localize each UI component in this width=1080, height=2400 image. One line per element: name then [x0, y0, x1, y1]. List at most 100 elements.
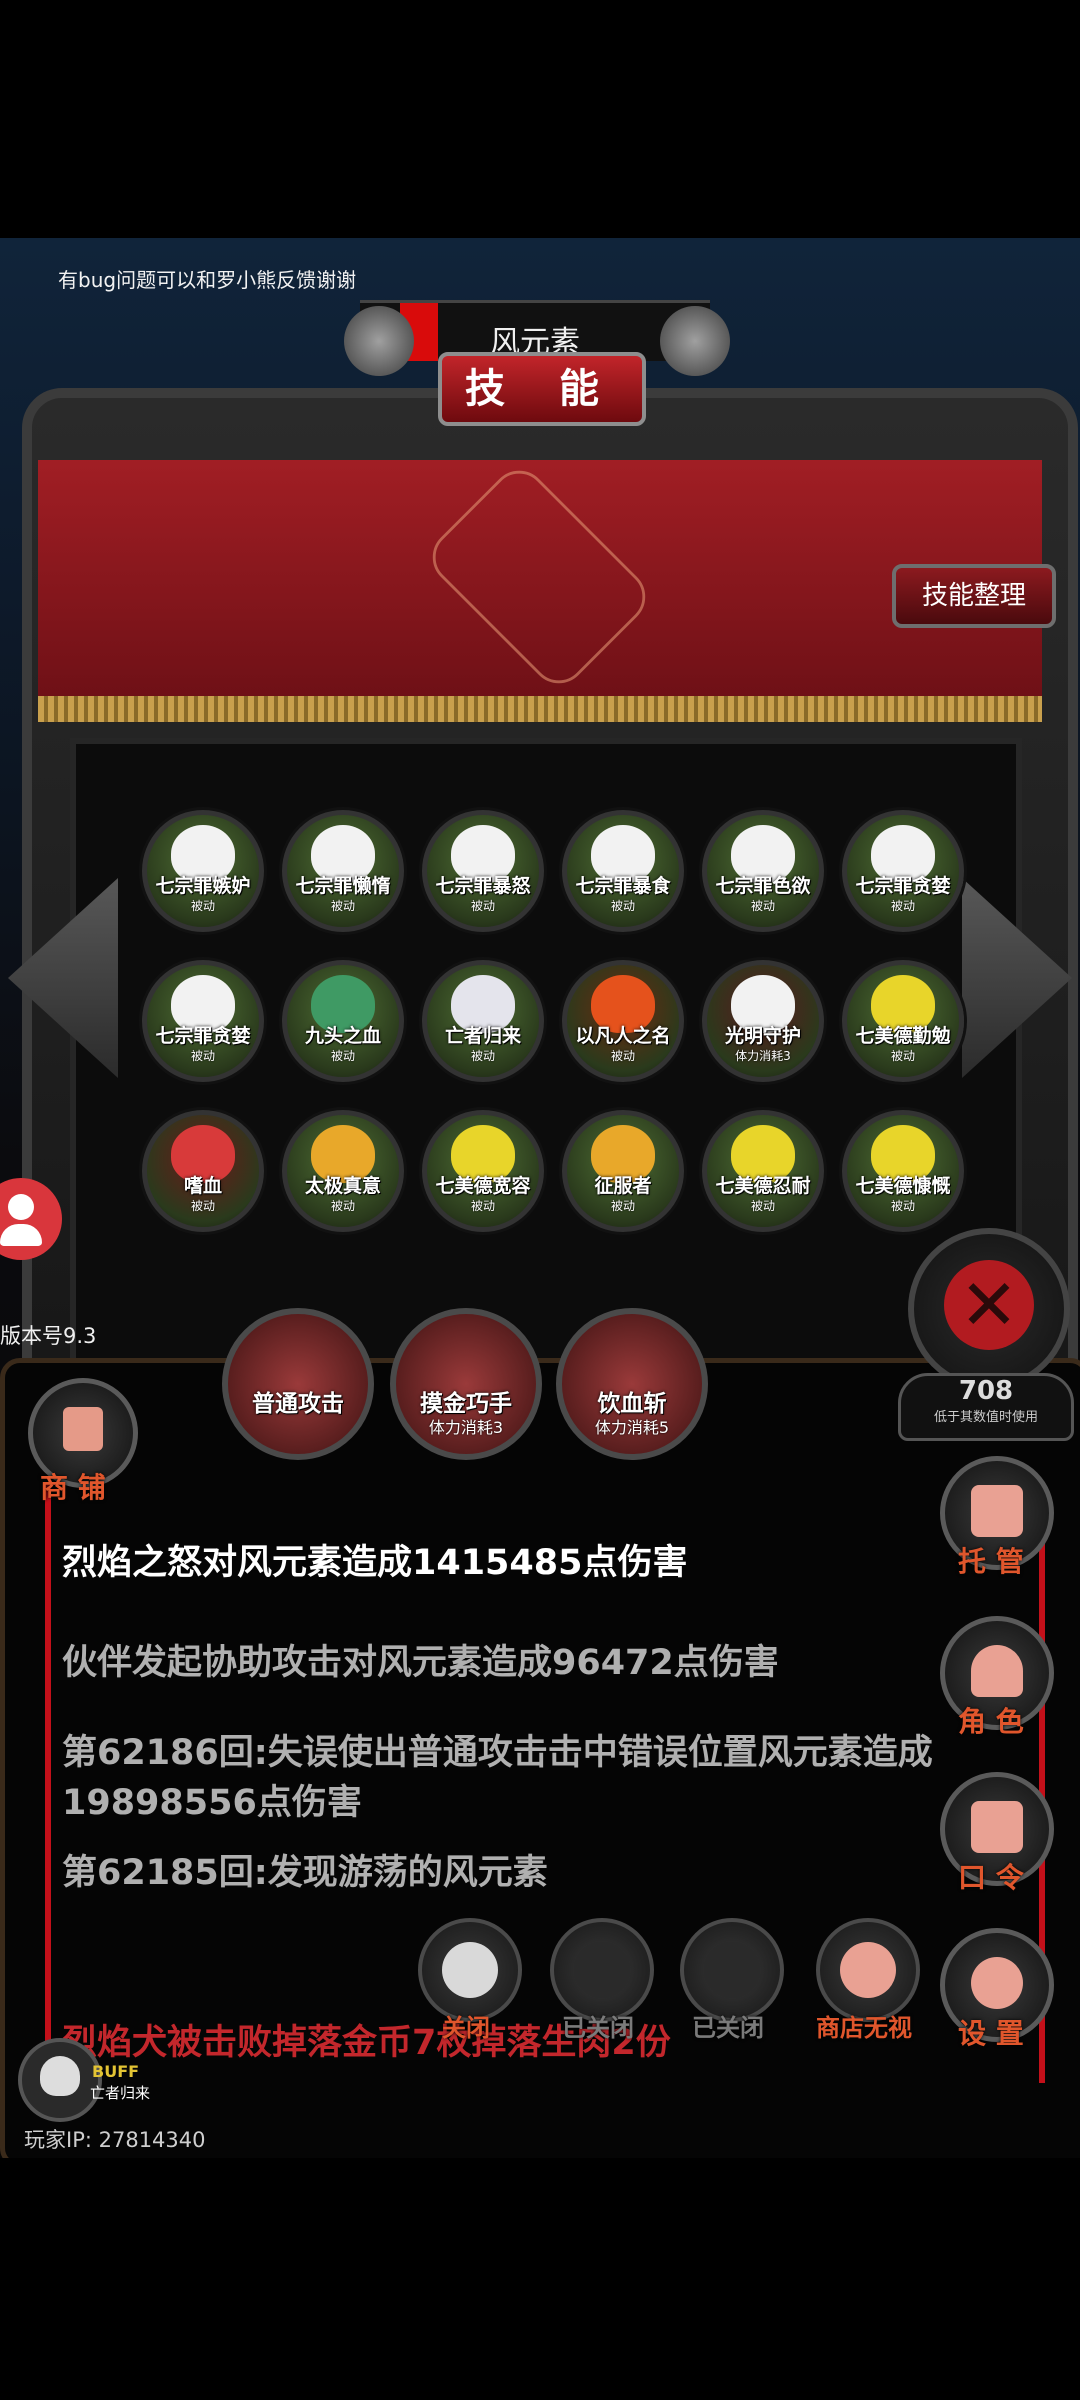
comet-icon: [574, 1942, 630, 1998]
shop-label: 商 铺: [40, 1471, 106, 1504]
skill-type: 被动: [470, 1049, 495, 1063]
skill-slot[interactable]: 征服者 被动: [562, 1110, 684, 1232]
log-line: 伙伴发起协助攻击对风元素造成96472点伤害: [62, 1643, 779, 1683]
money-bag-icon: [840, 1942, 896, 1998]
skill-name: 七宗罪嫉妒: [155, 875, 251, 897]
skull-ornament-icon: [660, 306, 730, 376]
skill-name: 七美德忍耐: [715, 1175, 811, 1197]
side-label: 托 管: [958, 1545, 1024, 1578]
skill-slot[interactable]: 嗜血 被动: [142, 1110, 264, 1232]
log-line: 第62185回:发现游荡的风元素: [62, 1853, 548, 1893]
side-label: 设 置: [958, 2017, 1024, 2050]
skill-slot[interactable]: 七宗罪色欲 被动: [702, 810, 824, 932]
panel-title: 技 能: [438, 352, 646, 426]
skill-type: 被动: [190, 1049, 215, 1063]
skill-type: 被动: [610, 1049, 635, 1063]
skill-slot[interactable]: 光明守护体力消耗3: [702, 960, 824, 1082]
skill-name: 征服者: [594, 1175, 652, 1197]
side-label: 角 色: [958, 1705, 1024, 1738]
skill-name: 七美德勤勉: [855, 1025, 951, 1047]
skill-slot[interactable]: 九头之血 被动: [282, 960, 404, 1082]
skill-type: 被动: [190, 899, 215, 913]
skill-slot[interactable]: 七美德慷慨 被动: [842, 1110, 964, 1232]
dice-icon: [971, 1485, 1023, 1537]
skill-type: 被动: [890, 1049, 915, 1063]
skill-type: 被动: [610, 899, 635, 913]
book-icon: [971, 1801, 1023, 1853]
skill-type: 被动: [750, 899, 775, 913]
buff-name: 亡者归来: [90, 2084, 151, 2102]
skill-slot[interactable]: 七宗罪暴食 被动: [562, 810, 684, 932]
skill-slot[interactable]: 太极真意 被动: [282, 1110, 404, 1232]
game-screen: 有bug问题可以和罗小熊反馈谢谢 风元素 技 能 技能整理 七宗罪嫉妒 被动 七宗罪…: [0, 238, 1080, 2158]
skill-name: 七宗罪暴怒: [435, 875, 531, 897]
skill-name: 嗜血: [183, 1175, 222, 1197]
skill-slot[interactable]: 七宗罪懒惰 被动: [282, 810, 404, 932]
sound-off-icon: [442, 1942, 498, 1998]
skill-name: 七美德宽容: [435, 1175, 531, 1197]
skill-name: 太极真意: [304, 1175, 381, 1197]
log-line: 烈焰之怒对风元素造成1415485点伤害: [62, 1543, 688, 1583]
skill-type: 被动: [470, 899, 495, 913]
toggle-label: 已关闭: [562, 2014, 634, 2042]
player-ip: 玩家IP: 27814340: [24, 2128, 206, 2152]
skill-slot[interactable]: 七宗罪嫉妒 被动: [142, 810, 264, 932]
skill-slot[interactable]: 七宗罪暴怒 被动: [422, 810, 544, 932]
skill-type: 被动: [330, 1199, 355, 1213]
skill-type: 被动: [610, 1199, 635, 1213]
attack-button-normal[interactable]: 普通攻击: [222, 1308, 374, 1460]
skill-slot[interactable]: 七宗罪贪婪 被动: [142, 960, 264, 1082]
attack-label: 摸金巧手: [420, 1391, 512, 1417]
toggle-label: 已关闭: [692, 2014, 764, 2042]
close-button[interactable]: [908, 1228, 1070, 1390]
skill-type: 被动: [750, 1199, 775, 1213]
dragon-icon: [704, 1942, 760, 1998]
buff-skull-icon[interactable]: [18, 2038, 102, 2122]
attack-sub: 体力消耗3: [428, 1418, 504, 1437]
skill-slot[interactable]: 以凡人之名 被动: [562, 960, 684, 1082]
attack-button-steal[interactable]: 摸金巧手 体力消耗3: [390, 1308, 542, 1460]
organize-skills-button[interactable]: 技能整理: [892, 564, 1056, 628]
skill-type: 被动: [330, 1049, 355, 1063]
pet-toggle[interactable]: [680, 1918, 784, 2022]
skull-ornament-icon: [344, 306, 414, 376]
skill-name: 九头之血: [304, 1025, 381, 1047]
gear-icon: [971, 1957, 1023, 2009]
shop-ignore-toggle[interactable]: [816, 1918, 920, 2022]
attack-sub: 体力消耗5: [594, 1418, 670, 1437]
skill-type: 体力消耗3: [735, 1049, 791, 1063]
hood-icon: [971, 1645, 1023, 1697]
feedback-note: 有bug问题可以和罗小熊反馈谢谢: [58, 268, 357, 292]
attack-label: 普通攻击: [252, 1391, 344, 1417]
skill-slot[interactable]: 亡者归来 被动: [422, 960, 544, 1082]
skill-name: 七宗罪懒惰: [295, 875, 391, 897]
sound-toggle[interactable]: [418, 1918, 522, 2022]
counter-value: 708: [958, 1376, 1014, 1406]
counter-label: 低于其数值时使用: [933, 1410, 1038, 1425]
skill-name: 七宗罪贪婪: [855, 875, 951, 897]
buff-tag: BUFF: [92, 2062, 140, 2081]
skill-name: 七宗罪暴食: [575, 875, 671, 897]
skill-name: 光明守护: [724, 1025, 801, 1047]
skill-name: 以凡人之名: [575, 1025, 671, 1047]
skill-type: 被动: [890, 899, 915, 913]
skill-name: 七宗罪贪婪: [155, 1025, 251, 1047]
skill-name: 七宗罪色欲: [715, 875, 811, 897]
skill-slot[interactable]: 七美德宽容 被动: [422, 1110, 544, 1232]
effects-toggle[interactable]: [550, 1918, 654, 2022]
skill-slot[interactable]: 七美德忍耐 被动: [702, 1110, 824, 1232]
toggle-label: 关闭: [442, 2014, 490, 2042]
skill-type: 被动: [470, 1199, 495, 1213]
attack-label: 饮血斩: [597, 1391, 667, 1417]
threshold-counter[interactable]: 708 低于其数值时使用: [898, 1373, 1074, 1441]
log-line: 第62186回:失误使出普通攻击击中错误位置风元素造成19898556点伤害: [62, 1733, 933, 1823]
toggle-label: 商店无视: [816, 2014, 912, 2042]
skill-type: 被动: [890, 1199, 915, 1213]
side-label: 口 令: [958, 1861, 1024, 1894]
skill-slot[interactable]: 七宗罪贪婪 被动: [842, 810, 964, 932]
skill-type: 被动: [330, 899, 355, 913]
attack-button-bloodslash[interactable]: 饮血斩 体力消耗5: [556, 1308, 708, 1460]
skill-slot[interactable]: 七美德勤勉 被动: [842, 960, 964, 1082]
version-label: 版本号9.3: [0, 1324, 97, 1348]
skill-name: 亡者归来: [444, 1025, 521, 1047]
